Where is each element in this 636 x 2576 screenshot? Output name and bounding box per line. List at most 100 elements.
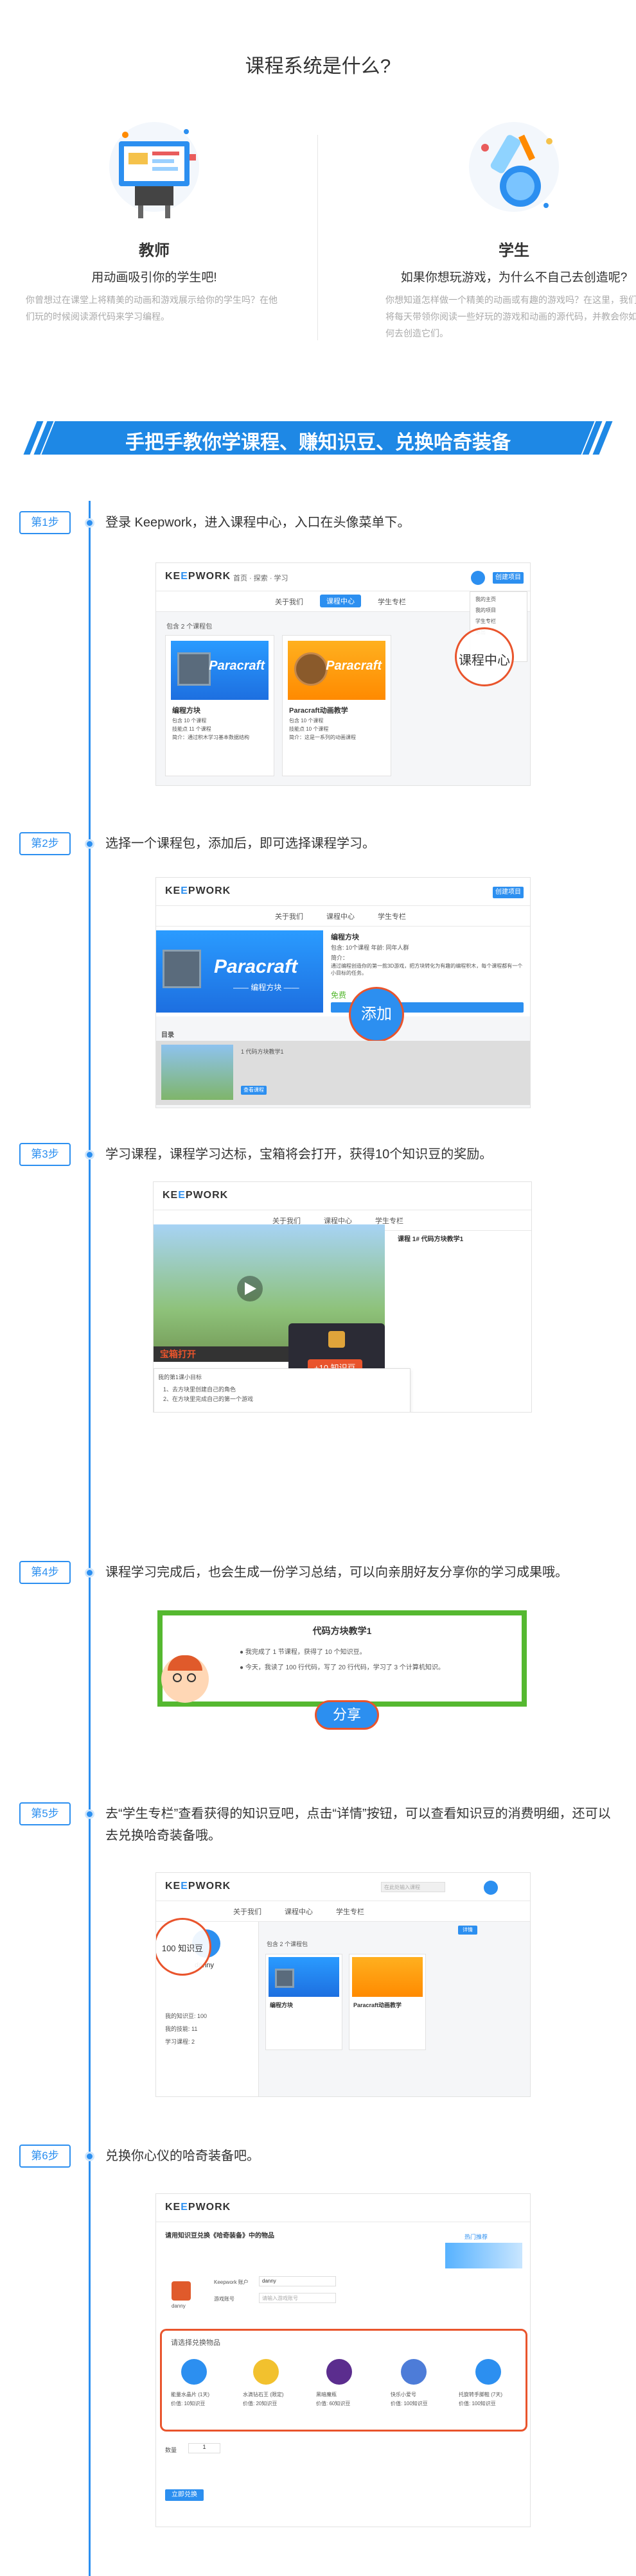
- tab-course-center[interactable]: 课程中心: [285, 1906, 313, 1917]
- course-card[interactable]: Paracraft Paracraft动画教学 包含 10 个课程 技能点 10…: [282, 635, 391, 776]
- timeline-dot: [85, 1809, 94, 1819]
- step-6-badge: 第6步: [19, 2145, 71, 2168]
- tab-about[interactable]: 关于我们: [275, 596, 303, 607]
- item-price: 价值: 100知识豆: [459, 2401, 496, 2406]
- promo-banner[interactable]: [445, 2243, 522, 2268]
- lesson-row[interactable]: 1 代码方块教学1 查看课程: [156, 1041, 530, 1105]
- item-icon[interactable]: [181, 2359, 207, 2385]
- logo: KEEPWORK: [165, 571, 231, 582]
- form-label: 游戏账号: [214, 2296, 234, 2302]
- account-field[interactable]: danny: [259, 2276, 336, 2286]
- item-icon[interactable]: [326, 2359, 352, 2385]
- username: danny: [172, 2303, 186, 2309]
- add-button[interactable]: 添加: [349, 987, 404, 1042]
- teacher-subtitle: 用动画吸引你的学生吧!: [91, 271, 217, 284]
- step-4-summary-card: 代码方块教学1 ● 我完成了 1 节课程，获得了 10 个知识豆。 ● 今天，我…: [157, 1610, 527, 1707]
- beans-highlight[interactable]: 100 知识豆: [156, 1918, 211, 1976]
- sidebar-item: 我的知识豆: 100: [165, 2013, 208, 2019]
- teacher-section: 教师 用动画吸引你的学生吧! 你曾想过在课堂上将精美的动画和游戏展示给你的学生吗…: [26, 116, 283, 325]
- search-input[interactable]: 在此处输入课程: [381, 1882, 445, 1892]
- free-label: 免费: [331, 991, 347, 1000]
- tab-course-center[interactable]: 课程中心: [320, 595, 361, 607]
- intro-label: 简介：: [331, 955, 349, 961]
- package-cover: Paracraft —— 编程方块 ——: [156, 930, 323, 1013]
- share-button[interactable]: 分享: [315, 1700, 379, 1730]
- course-center-highlight[interactable]: 课程中心: [455, 627, 514, 686]
- tab-course-center[interactable]: 课程中心: [326, 911, 355, 921]
- course-card[interactable]: Paracraft动画教学: [349, 1954, 426, 2050]
- top-navbar: KEEPWORK: [156, 2194, 530, 2222]
- avatar[interactable]: [484, 1881, 498, 1895]
- course-tabs: 关于我们 课程中心 学生专栏: [156, 906, 530, 927]
- sidebar-item: 学习课程: 2: [165, 2039, 195, 2045]
- step-4-text: 课程学习完成后，也会生成一份学习总结，可以向亲朋好友分享你的学习成果哦。: [105, 1565, 568, 1580]
- lesson-title: 1 代码方块教学1: [241, 1049, 284, 1055]
- tab-student[interactable]: 学生专栏: [336, 1906, 364, 1917]
- student-section: 学生 如果你想玩游戏，为什么不自己去创造呢? 你想知道怎样做一个精美的动画或有趣…: [385, 116, 636, 342]
- quantity-stepper[interactable]: 1: [188, 2443, 220, 2453]
- tab-about[interactable]: 关于我们: [275, 911, 303, 921]
- game-account-field[interactable]: 请输入游戏账号: [259, 2293, 336, 2303]
- step-4-badge: 第4步: [19, 1561, 71, 1584]
- detail-button[interactable]: 详情: [458, 1926, 477, 1935]
- exchange-items-panel: 请选择兑换物品 能量水晶片 (1天) 价值: 10知识豆 水滴钻石王 (限定) …: [160, 2329, 527, 2432]
- step-3-screenshot: KEEPWORK 关于我们 课程中心 学生专栏 课程 1# 代码方块教学1 宝箱…: [153, 1181, 532, 1413]
- item-price: 价值: 100知识豆: [391, 2401, 428, 2406]
- lesson-summary-popup: 我的第1课小目标 1、去方块里创建自己的角色 2、在方块里完成自己的第一个游戏: [154, 1368, 411, 1412]
- tab-student[interactable]: 学生专栏: [378, 911, 406, 921]
- top-navbar: KEEPWORK 首页 · 探索 · 学习 创建项目: [156, 563, 530, 591]
- package-detail: Paracraft —— 编程方块 —— 编程方块 包含: 10个课程 年龄: …: [156, 927, 530, 1016]
- menu-item[interactable]: 我的项目: [470, 607, 527, 618]
- create-button[interactable]: 创建项目: [493, 572, 524, 584]
- card-meta: 包含 10 个课程 技能点 10 个课程 简介：这是一系列的动画课程: [289, 718, 356, 740]
- menu-item[interactable]: 我的主页: [470, 592, 527, 607]
- step-5-screenshot: KEEPWORK 在此处输入课程 关于我们 课程中心 学生专栏 danny 我的…: [155, 1872, 531, 2097]
- exchange-title: 请用知识豆兑换《哈奇装备》中的物品: [165, 2232, 274, 2240]
- timeline-dot: [85, 2152, 94, 2161]
- step-1-text: 登录 Keepwork，进入课程中心，入口在头像菜单下。: [105, 516, 411, 530]
- summary-line: ● 我完成了 1 节课程，获得了 10 个知识豆。: [240, 1649, 366, 1656]
- card-title: 编程方块: [172, 707, 200, 715]
- student-heading: 学生: [499, 242, 529, 259]
- view-lesson-button[interactable]: 查看课程: [241, 1086, 267, 1095]
- top-navbar: KEEPWORK 创建项目: [156, 878, 530, 906]
- card-meta: 包含 10 个课程 技能点 11 个课程 简介：通过积木学习基本数据结构: [172, 718, 249, 740]
- step-1-screenshot: KEEPWORK 首页 · 探索 · 学习 创建项目 关于我们 课程中心 学生专…: [155, 562, 531, 786]
- item-icon[interactable]: [475, 2359, 501, 2385]
- step-3-badge: 第3步: [19, 1143, 71, 1166]
- lesson-title: 课程 1# 代码方块教学1: [398, 1236, 464, 1243]
- chest-icon: [328, 1331, 345, 1348]
- step-5-badge: 第5步: [19, 1802, 71, 1825]
- course-tabs: 关于我们 课程中心 学生专栏: [156, 1901, 530, 1922]
- timeline-dot: [85, 1150, 94, 1160]
- submit-exchange-button[interactable]: 立即兑换: [165, 2489, 204, 2501]
- step-2-screenshot: KEEPWORK 创建项目 关于我们 课程中心 学生专栏 Paracraft —…: [155, 877, 531, 1108]
- course-card[interactable]: Paracraft 编程方块 包含 10 个课程 技能点 11 个课程 简介：通…: [165, 635, 274, 776]
- avatar[interactable]: [471, 571, 485, 585]
- tab-student[interactable]: 学生专栏: [378, 596, 406, 607]
- kid-avatar: [161, 1655, 209, 1703]
- menu-item[interactable]: 学生专栏: [470, 618, 527, 629]
- timeline-line: [89, 501, 91, 2576]
- teacher-illustration: [100, 116, 209, 225]
- step-6-text: 兑换你心仪的哈奇装备吧。: [105, 2149, 260, 2163]
- promo-label: 热门推荐: [464, 2234, 488, 2240]
- package-meta: 包含: 10个课程 年龄: 同年人群: [331, 944, 409, 951]
- item-icon[interactable]: [253, 2359, 279, 2385]
- package-count: 包含 2 个课程包: [267, 1941, 308, 1947]
- step-1-badge: 第1步: [19, 511, 71, 534]
- page: { "header": {"title": "课程系统是什么?"}, "role…: [0, 0, 636, 2576]
- item-icon[interactable]: [401, 2359, 427, 2385]
- item-name: 托旋转手脚鞋 (7天): [459, 2392, 502, 2398]
- teacher-description: 你曾想过在课堂上将精美的动画和游戏展示给你的学生吗？在他们玩的时候阅读源代码来学…: [26, 295, 278, 322]
- course-card[interactable]: 编程方块: [265, 1954, 342, 2050]
- summary-title: 代码方块教学1: [312, 1626, 372, 1636]
- timeline-dot: [85, 839, 94, 849]
- student-subtitle: 如果你想玩游戏，为什么不自己去创造呢?: [400, 271, 628, 284]
- card-title: Paracraft动画教学: [289, 707, 348, 715]
- tab-about[interactable]: 关于我们: [233, 1906, 261, 1917]
- item-name: 黑暗魔瓶: [316, 2392, 337, 2398]
- top-navbar: KEEPWORK: [154, 1182, 531, 1210]
- banner-text: 手把手教你学课程、赚知识豆、兑换哈奇装备: [125, 432, 511, 453]
- create-button[interactable]: 创建项目: [493, 887, 524, 898]
